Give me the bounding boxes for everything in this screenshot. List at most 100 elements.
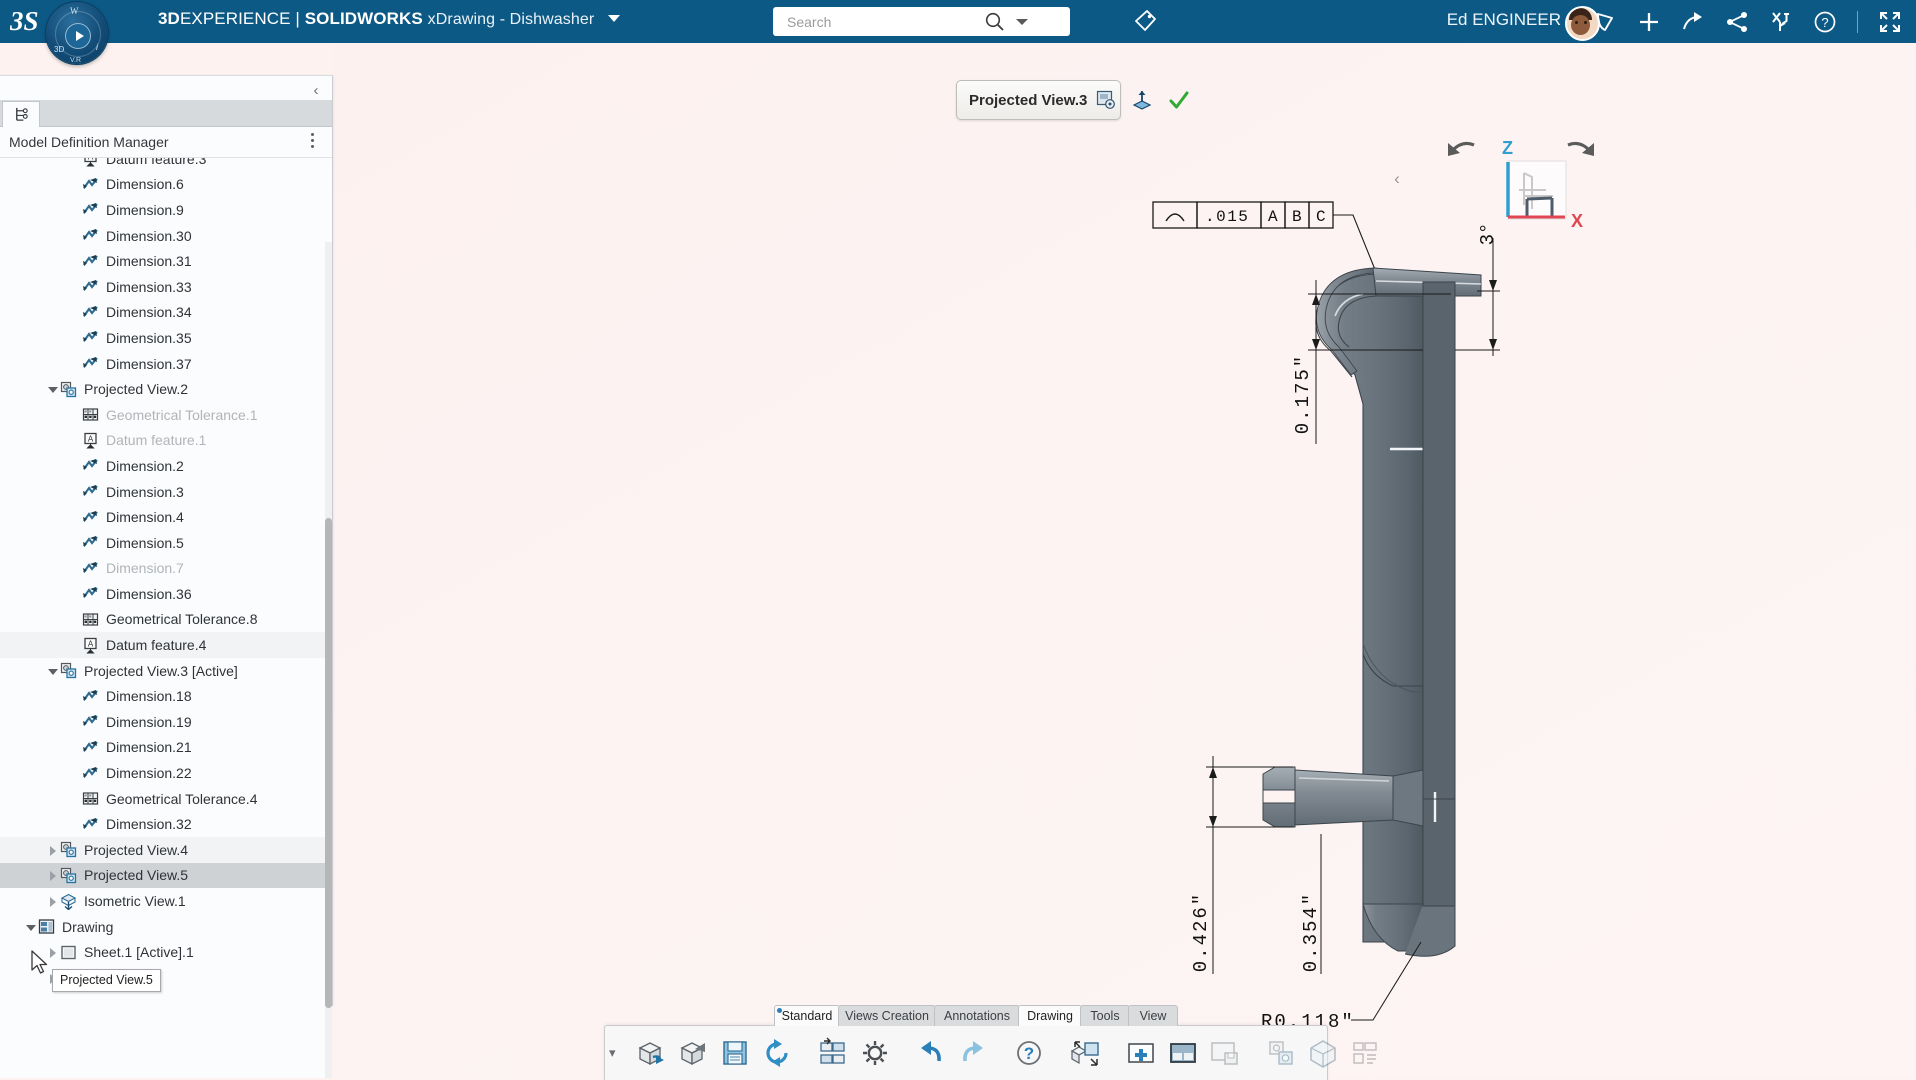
search-input[interactable] [785, 13, 984, 31]
search-icon[interactable] [984, 11, 1006, 33]
dimension-icon [82, 176, 99, 193]
tree-item-dimension-3[interactable]: Dimension.3 [0, 479, 332, 505]
tree-item-projected-view-3-active[interactable]: Projected View.3 [Active] [0, 658, 332, 684]
undo-button[interactable] [913, 1035, 949, 1071]
tree-item-dimension-4[interactable]: Dimension.4 [0, 504, 332, 530]
tab-tools[interactable]: Tools [1080, 1005, 1130, 1026]
tab-label: Annotations [944, 1009, 1010, 1023]
tree-item-dimension-22[interactable]: Dimension.22 [0, 760, 332, 786]
isometric-view-icon [60, 893, 77, 910]
rotate-ccw-icon [1448, 143, 1474, 156]
capture-button[interactable] [1263, 1035, 1299, 1071]
projected-view-icon [60, 867, 77, 884]
tree-item-dimension-7[interactable]: Dimension.7 [0, 556, 332, 582]
chevron-left-icon[interactable]: ‹ [1386, 166, 1408, 192]
chevron-down-icon[interactable] [24, 920, 38, 934]
new-sheet-button[interactable] [1123, 1035, 1159, 1071]
compass-play-icon [65, 23, 91, 49]
tree-item-dimension-2[interactable]: Dimension.2 [0, 453, 332, 479]
fullscreen-icon[interactable] [1878, 10, 1902, 34]
tree-item-dimension-30[interactable]: Dimension.30 [0, 223, 332, 249]
notifications-icon[interactable] [1593, 10, 1617, 34]
tab-view[interactable]: View [1128, 1005, 1178, 1026]
view-orientation-widget[interactable]: Z X [1428, 129, 1608, 249]
chevron-down-icon[interactable] [46, 382, 60, 396]
isometric-view-button[interactable] [1305, 1035, 1341, 1071]
geometrical-tolerance-icon [82, 790, 99, 807]
tree-item-projected-view-4[interactable]: Projected View.4 [0, 837, 332, 863]
share-icon[interactable] [1725, 10, 1749, 34]
tree-item-geometrical-tolerance-4[interactable]: Geometrical Tolerance.4 [0, 786, 332, 812]
tree-item-projected-view-2[interactable]: Projected View.2 [0, 376, 332, 402]
tree-item-drawing[interactable]: Drawing [0, 914, 332, 940]
tree-item-projected-view-5[interactable]: Projected View.5 [0, 863, 332, 889]
brand-title[interactable]: 3DEXPERIENCE | SOLIDWORKS xDrawing - Dis… [158, 9, 620, 29]
tab-views-creation[interactable]: Views Creation [838, 1005, 936, 1026]
add-icon[interactable] [1637, 10, 1661, 34]
tree-item-datum-feature-4[interactable]: ADatum feature.4 [0, 632, 332, 658]
reload-button[interactable] [759, 1035, 795, 1071]
svg-text:?: ? [1023, 1044, 1033, 1063]
tree-item-dimension-31[interactable]: Dimension.31 [0, 248, 332, 274]
tab-drawing[interactable]: Drawing [1018, 1005, 1082, 1026]
bom-table-button[interactable] [1347, 1035, 1383, 1071]
tree-item-label: Dimension.36 [106, 586, 192, 602]
search-bar[interactable] [773, 7, 1070, 36]
help-button[interactable]: ? [1011, 1035, 1047, 1071]
chevron-right-icon[interactable] [46, 868, 60, 882]
chevron-down-icon[interactable] [608, 15, 620, 22]
tree-item-datum-feature-1[interactable]: ADatum feature.1 [0, 428, 332, 454]
tree-item-label: Dimension.19 [106, 714, 192, 730]
chevron-down-icon[interactable] [46, 664, 60, 678]
drawing-canvas[interactable]: .015 A B C [333, 44, 1916, 1079]
tree-item-dimension-36[interactable]: Dimension.36 [0, 581, 332, 607]
forward-icon[interactable] [1681, 10, 1705, 34]
help-icon[interactable]: ? [1813, 10, 1837, 34]
save-sheet-button[interactable] [1207, 1035, 1243, 1071]
sheet-layout-button[interactable] [1165, 1035, 1201, 1071]
tree-item-dimension-34[interactable]: Dimension.34 [0, 300, 332, 326]
application-window: 3S W 3D i V.R 3DEXPERIENCE | SOLIDWORKS … [0, 0, 1916, 1079]
checkmark-icon[interactable] [1168, 89, 1190, 111]
tree-item-geometrical-tolerance-1[interactable]: Geometrical Tolerance.1 [0, 402, 332, 428]
tree-item-dimension-18[interactable]: Dimension.18 [0, 683, 332, 709]
tree-scrollbar-thumb[interactable] [325, 518, 332, 1008]
tree-item-dimension-37[interactable]: Dimension.37 [0, 351, 332, 377]
open-view-button[interactable] [633, 1035, 669, 1071]
collab-icon[interactable] [1769, 10, 1793, 34]
tag-icon[interactable] [1132, 8, 1158, 34]
chevron-right-icon[interactable] [46, 894, 60, 908]
tab-annotations[interactable]: Annotations [934, 1005, 1020, 1026]
tree-item-dimension-21[interactable]: Dimension.21 [0, 735, 332, 761]
chevron-right-icon[interactable] [46, 843, 60, 857]
open-from-button[interactable] [675, 1035, 711, 1071]
compass-button[interactable]: W 3D i V.R [46, 2, 108, 64]
tree-item-dimension-6[interactable]: Dimension.6 [0, 172, 332, 198]
tree-item-dimension-9[interactable]: Dimension.9 [0, 197, 332, 223]
chevron-down-icon[interactable] [1016, 19, 1028, 25]
panel-menu-kebab-icon[interactable] [306, 133, 318, 151]
tree-item-geometrical-tolerance-8[interactable]: Geometrical Tolerance.8 [0, 607, 332, 633]
feature-tree[interactable]: ADatum feature.3Dimension.6Dimension.9Di… [0, 158, 332, 1078]
tree-item-isometric-view-1[interactable]: Isometric View.1 [0, 888, 332, 914]
tree-item-dimension-19[interactable]: Dimension.19 [0, 709, 332, 735]
view-anchor-icon[interactable] [1131, 89, 1153, 111]
tree-icon[interactable] [2, 101, 40, 127]
tree-item-label: Dimension.21 [106, 739, 192, 755]
options-button[interactable] [857, 1035, 893, 1071]
tree-item-dimension-32[interactable]: Dimension.32 [0, 811, 332, 837]
tree-item-dimension-35[interactable]: Dimension.35 [0, 325, 332, 351]
tree-item-dimension-33[interactable]: Dimension.33 [0, 274, 332, 300]
projected-view-toolbar[interactable]: Projected View.3 [956, 80, 1121, 120]
view-creation-button[interactable] [1067, 1035, 1103, 1071]
tab-standard[interactable]: Standard [774, 1005, 840, 1026]
dassault-systemes-logo[interactable]: 3S [10, 5, 44, 37]
redo-button[interactable] [955, 1035, 991, 1071]
tree-item-dimension-5[interactable]: Dimension.5 [0, 530, 332, 556]
swap-content-button[interactable] [815, 1035, 851, 1071]
tree-item-datum-feature-3[interactable]: ADatum feature.3 [0, 158, 332, 172]
chevron-down-icon[interactable]: ▾ [609, 1045, 616, 1061]
view-properties-icon[interactable] [1096, 90, 1116, 110]
save-button[interactable] [717, 1035, 753, 1071]
chevron-left-icon[interactable]: ‹ [306, 80, 326, 100]
